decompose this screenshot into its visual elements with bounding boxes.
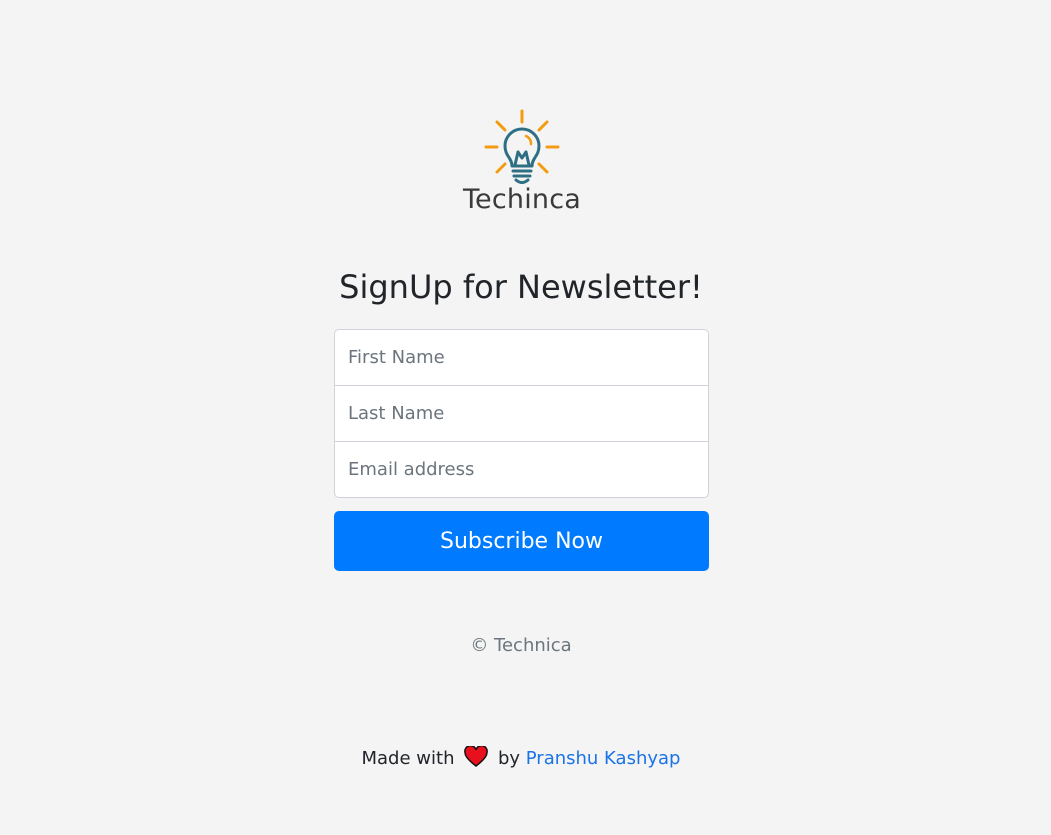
made-with-credit: Made with by Pranshu Kashyap (0, 744, 1042, 773)
last-name-field[interactable] (334, 385, 709, 442)
subscribe-button[interactable]: Subscribe Now (334, 511, 709, 571)
signup-form (334, 329, 709, 498)
logo-text: Techinca (462, 184, 582, 215)
lightbulb-icon (484, 109, 560, 184)
page-title: SignUp for Newsletter! (339, 268, 703, 306)
first-name-field[interactable] (334, 329, 709, 386)
made-with-by: by (497, 748, 521, 769)
email-field[interactable] (334, 441, 709, 498)
made-with-prefix: Made with (361, 748, 455, 769)
newsletter-page: Techinca SignUp for Newsletter! Subscrib… (0, 0, 1051, 835)
copyright-text: © Technica (470, 635, 572, 656)
heart-icon (464, 744, 489, 773)
brand-logo: Techinca (457, 106, 587, 218)
author-link[interactable]: Pranshu Kashyap (526, 748, 681, 769)
